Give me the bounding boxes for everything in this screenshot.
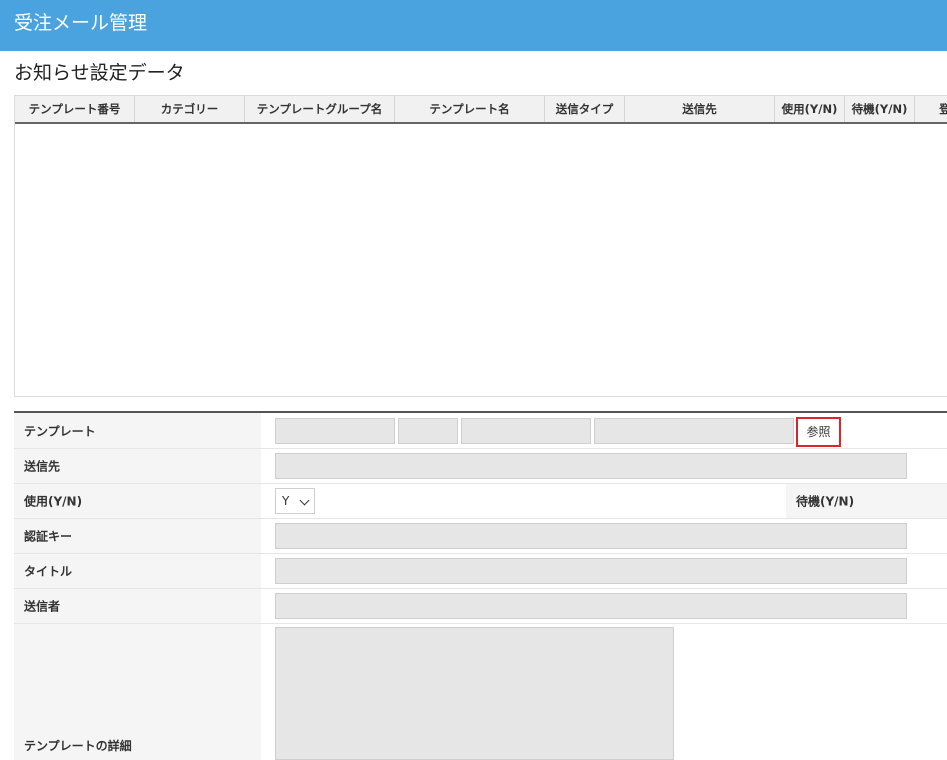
column-header-standby[interactable]: 待機(Y/N)	[845, 96, 915, 122]
page-title: お知らせ設定データ	[14, 62, 185, 84]
auth-key-input[interactable]	[275, 523, 907, 549]
column-header-template-name[interactable]: テンプレート名	[395, 96, 545, 122]
template-form: テンプレート 参照 送信先 使用(Y/N) Y 待機(Y/N) 認証キー タイト…	[14, 411, 947, 760]
data-grid: テンプレート番号 カテゴリー テンプレートグループ名 テンプレート名 送信タイプ…	[14, 95, 947, 397]
title-input[interactable]	[275, 558, 907, 584]
use-select-value: Y	[282, 494, 290, 508]
template-row: テンプレート 参照	[14, 413, 947, 449]
recipient-row: 送信先	[14, 449, 947, 484]
app-header: 受注メール管理	[0, 0, 947, 51]
use-select[interactable]: Y	[275, 488, 315, 514]
template-name-field[interactable]	[594, 418, 794, 444]
column-header-registered[interactable]: 登	[915, 96, 947, 122]
column-header-template-group-name[interactable]: テンプレートグループ名	[245, 96, 395, 122]
details-textarea[interactable]	[275, 627, 674, 760]
details-label: テンプレートの詳細	[14, 624, 261, 760]
auth-key-row: 認証キー	[14, 519, 947, 554]
column-header-category[interactable]: カテゴリー	[135, 96, 245, 122]
recipient-input[interactable]	[275, 453, 907, 479]
sender-row: 送信者	[14, 589, 947, 624]
template-group-field[interactable]	[461, 418, 591, 444]
column-header-use[interactable]: 使用(Y/N)	[775, 96, 845, 122]
title-label: タイトル	[14, 554, 261, 588]
grid-header: テンプレート番号 カテゴリー テンプレートグループ名 テンプレート名 送信タイプ…	[15, 96, 947, 124]
sender-label: 送信者	[14, 589, 261, 623]
column-header-recipient[interactable]: 送信先	[625, 96, 775, 122]
column-header-template-number[interactable]: テンプレート番号	[15, 96, 135, 122]
title-row: タイトル	[14, 554, 947, 589]
standby-label: 待機(Y/N)	[786, 484, 947, 518]
use-label: 使用(Y/N)	[14, 484, 261, 518]
app-title: 受注メール管理	[14, 12, 148, 34]
reference-button[interactable]: 参照	[796, 417, 841, 447]
use-row: 使用(Y/N) Y 待機(Y/N)	[14, 484, 947, 519]
template-label: テンプレート	[14, 413, 261, 448]
details-row: テンプレートの詳細	[14, 624, 947, 760]
column-header-send-type[interactable]: 送信タイプ	[545, 96, 625, 122]
auth-key-label: 認証キー	[14, 519, 261, 553]
template-category-field[interactable]	[398, 418, 458, 444]
chevron-down-icon	[299, 495, 310, 506]
recipient-label: 送信先	[14, 449, 261, 483]
template-number-field[interactable]	[275, 418, 395, 444]
grid-body[interactable]	[15, 124, 947, 396]
sender-input[interactable]	[275, 593, 907, 619]
